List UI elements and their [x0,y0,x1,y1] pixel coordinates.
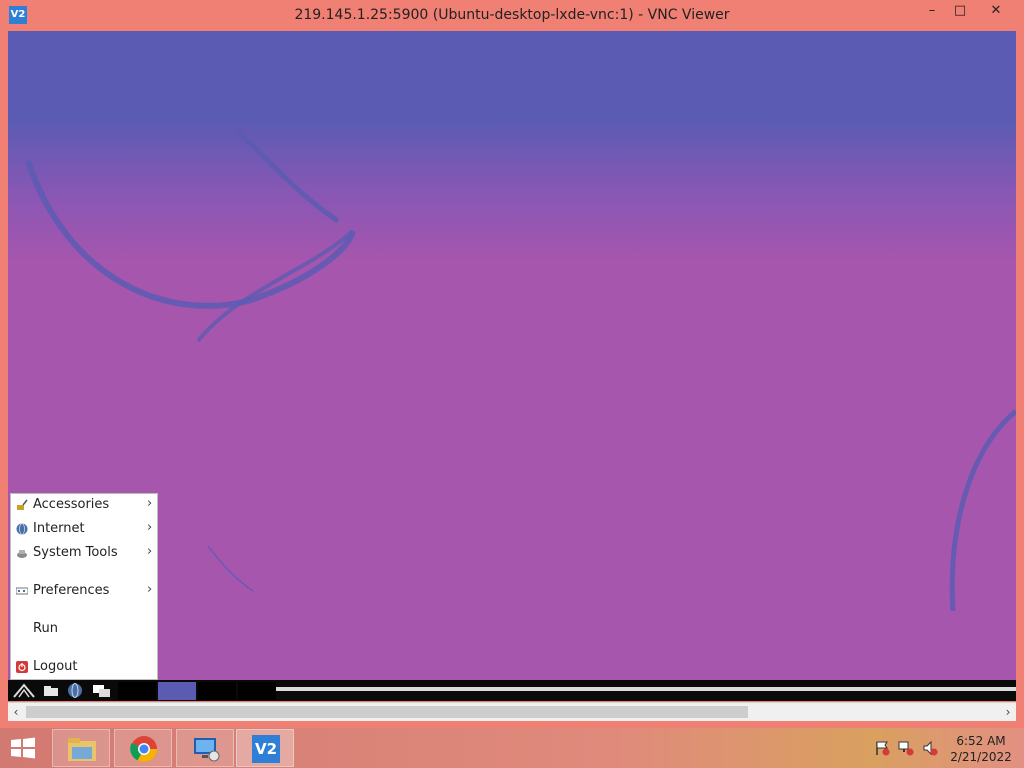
chevron-right-icon: › [147,582,153,597]
close-button[interactable]: ✕ [974,0,1018,22]
taskbar-file-explorer[interactable] [52,729,110,767]
scroll-left-button[interactable]: ‹ [8,704,24,720]
lxde-start-menu: Accessories › Internet › System Tools › … [10,493,158,680]
globe-icon [16,523,28,535]
network-icon[interactable] [898,740,914,756]
preferences-icon [16,587,28,595]
panel-divider [276,687,1016,691]
system-clock[interactable]: 6:52 AM 2/21/2022 [946,733,1016,765]
chrome-icon [130,736,158,763]
action-center-flag-icon[interactable] [874,740,890,756]
panel-task-button[interactable] [118,682,156,700]
menu-item-system-tools[interactable]: System Tools › [11,542,157,564]
maximize-button[interactable]: □ [946,0,974,22]
menu-item-label: Logout [33,659,78,674]
menu-item-internet[interactable]: Internet › [11,518,157,540]
window-title: 219.145.1.25:5900 (Ubuntu-desktop-lxde-v… [294,7,730,23]
taskbar-chrome[interactable] [114,729,172,767]
menu-item-label: Run [33,621,58,636]
system-tools-icon [17,550,27,558]
menu-item-run[interactable]: Run [11,618,157,640]
file-manager-icon[interactable] [42,683,60,698]
chevron-right-icon: › [147,544,153,559]
vnc-viewer-icon: V2 [252,735,280,763]
minimize-button[interactable]: – [918,0,946,22]
logout-icon [16,661,28,673]
panel-task-button[interactable] [158,682,196,700]
scrollbar-thumb[interactable] [26,706,748,718]
wallpaper-swoosh [25,129,1016,612]
menu-item-label: Accessories [33,497,110,512]
browser-icon[interactable] [66,683,84,698]
clock-time: 6:52 AM [956,734,1006,748]
scroll-right-button[interactable]: › [1000,704,1016,720]
title-bar[interactable]: V2 219.145.1.25:5900 (Ubuntu-desktop-lxd… [0,0,1024,30]
lxde-panel [8,680,1016,701]
remote-desktop[interactable] [8,31,1016,680]
panel-task-button[interactable] [198,682,236,700]
windows-taskbar: V2 6:52 AM 2/21/2022 [0,728,1024,768]
chevron-right-icon: › [147,496,153,511]
remote-desktop-icon [194,738,220,762]
menu-item-accessories[interactable]: Accessories › [11,494,157,516]
menu-item-label: Internet [33,521,85,536]
menu-item-logout[interactable]: Logout [11,656,157,678]
lxde-menu-icon[interactable] [12,683,36,698]
windows-start-icon[interactable] [8,736,38,760]
menu-item-label: System Tools [33,545,118,560]
chevron-right-icon: › [147,520,153,535]
desktop-switcher-icon[interactable] [92,683,112,698]
menu-item-preferences[interactable]: Preferences › [11,580,157,602]
taskbar-vnc-viewer[interactable]: V2 [236,729,294,767]
clock-date: 2/21/2022 [950,750,1012,764]
menu-item-label: Preferences [33,583,110,598]
volume-muted-icon[interactable] [922,740,938,756]
horizontal-scrollbar[interactable]: ‹ › [8,702,1016,721]
file-explorer-icon [68,738,96,761]
panel-task-button[interactable] [238,682,276,700]
taskbar-remote-desktop[interactable] [176,729,234,767]
accessories-icon [17,499,28,510]
